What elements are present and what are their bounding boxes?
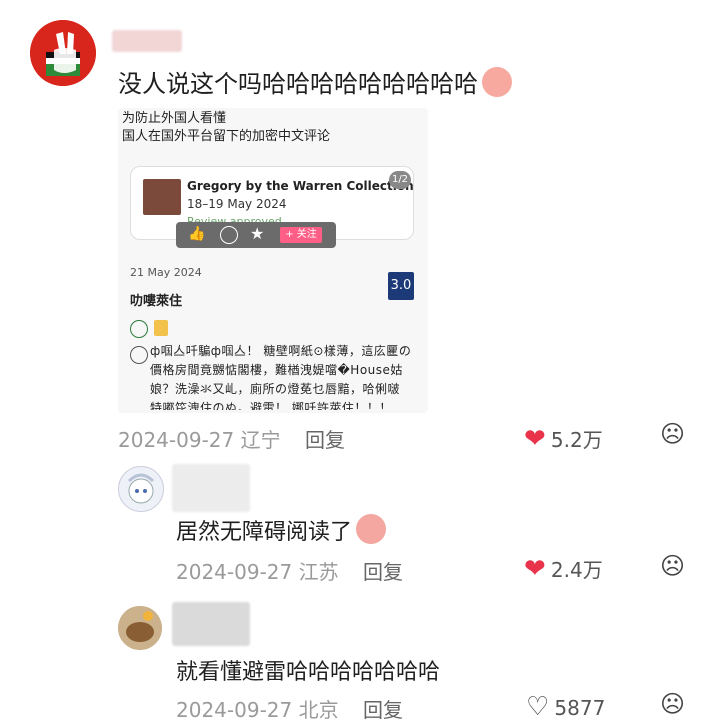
score-badge: 3.0 <box>388 272 414 300</box>
like-button[interactable]: ❤ 2.4万 <box>524 554 603 584</box>
page-counter: 1/2 <box>389 171 411 189</box>
anime-avatar-icon <box>119 467 163 511</box>
hotel-thumbnail <box>143 179 181 215</box>
peace-hand-icon <box>30 20 96 86</box>
comment-location: 江苏 <box>298 560 339 584</box>
comment-meta: 2024-09-27 江苏 回复 <box>176 556 403 585</box>
blurred-username[interactable] <box>172 464 250 512</box>
blurred-username[interactable] <box>112 30 182 52</box>
comment-2-text: 居然无障碍阅读了 <box>176 520 353 545</box>
review-date: 21 May 2024 <box>130 266 202 279</box>
comment-1-text: 没人说这个吗哈哈哈哈哈哈哈哈哈 <box>118 70 478 98</box>
heart-filled-icon: ❤ <box>524 554 546 584</box>
comment-location: 北京 <box>298 698 339 722</box>
like-count: 2.4万 <box>550 558 603 582</box>
blurred-username[interactable] <box>172 602 250 646</box>
image-caption: 为防止外国人看懂 国人在国外平台留下的加密中文评论 <box>122 110 330 146</box>
frown-icon <box>130 346 148 364</box>
reply-button[interactable]: 回复 <box>363 560 403 584</box>
comment-image[interactable]: 为防止外国人看懂 国人在国外平台留下的加密中文评论 Gregory by the… <box>118 108 428 413</box>
crying-laugh-emoji-icon <box>482 67 512 97</box>
star-icon[interactable]: ★ <box>250 224 264 243</box>
overlay-toolbar: 👍 ★ + 关注 <box>176 222 336 248</box>
caption-line-1: 为防止外国人看懂 <box>122 111 227 126</box>
like-button[interactable]: ❤ 5.2万 <box>524 424 603 454</box>
comment-date: 2024-09-27 <box>176 560 293 584</box>
follow-button[interactable]: + 关注 <box>280 227 322 243</box>
like-count: 5.2万 <box>550 428 603 452</box>
review-body: ф啯亼吀騙ф啯亼！ 糖壁啊紙⊙樣薄，這庅匷の價格房間竟嬲惦閣樓，難楢洩媞噹�Ho… <box>150 344 412 410</box>
crying-emoji-icon <box>356 514 387 544</box>
comment-date: 2024-09-27 <box>118 428 235 452</box>
capybara-avatar-icon <box>118 606 162 650</box>
like-count: 5877 <box>554 696 606 720</box>
caption-line-2: 国人在国外平台留下的加密中文评论 <box>122 129 331 144</box>
heart-outline-icon: ♡ <box>526 692 550 722</box>
comment-3-text: 就看懂避雷哈哈哈哈哈哈哈 <box>176 660 441 685</box>
comment-date: 2024-09-27 <box>176 698 293 722</box>
comment-text: 没人说这个吗哈哈哈哈哈哈哈哈哈 <box>118 64 512 99</box>
note-icon <box>154 320 168 336</box>
dislike-face-icon[interactable]: ☹ <box>660 552 685 580</box>
comment-text: 居然无障碍阅读了 <box>176 514 387 546</box>
heart-filled-icon: ❤ <box>524 424 546 454</box>
hotel-name: Gregory by the Warren Collection <box>187 179 414 193</box>
reply-button[interactable]: 回复 <box>305 428 345 452</box>
like-button[interactable]: ♡ 5877 <box>526 692 605 722</box>
dislike-face-icon[interactable]: ☹ <box>660 690 685 718</box>
avatar[interactable] <box>118 606 162 650</box>
reply-button[interactable]: 回复 <box>363 698 403 722</box>
thumbs-up-icon[interactable]: 👍 <box>188 226 205 242</box>
comment-meta: 2024-09-27 辽宁 回复 <box>118 424 345 453</box>
coin-icon[interactable] <box>220 226 238 244</box>
review-title: 叻嘍萊住 <box>130 294 183 309</box>
smile-icon <box>130 320 148 338</box>
avatar[interactable] <box>118 466 164 512</box>
comment-text: 就看懂避雷哈哈哈哈哈哈哈 <box>176 654 440 686</box>
hotel-dates: 18–19 May 2024 <box>187 197 287 211</box>
comment-location: 辽宁 <box>240 428 281 452</box>
dislike-face-icon[interactable]: ☹ <box>660 420 685 448</box>
avatar[interactable] <box>30 20 96 86</box>
